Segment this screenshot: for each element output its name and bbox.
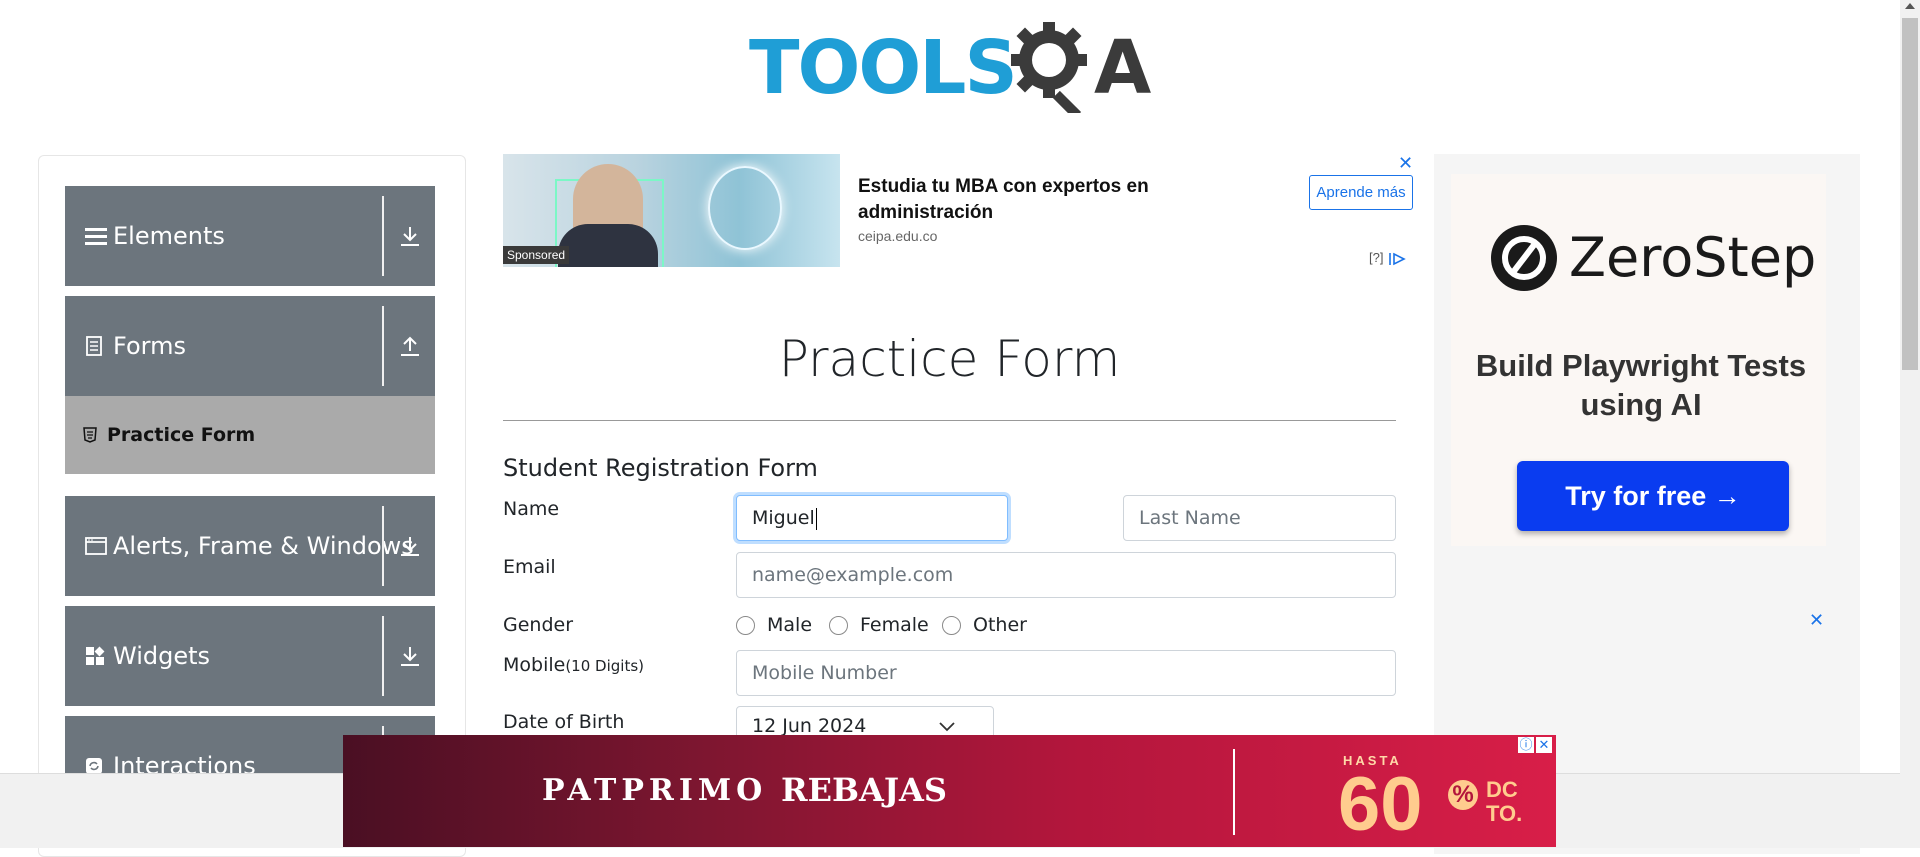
divider [382,616,384,696]
ad-suffix: DC TO. [1486,777,1523,826]
download-icon[interactable] [385,606,435,706]
download-icon[interactable] [385,186,435,286]
mobile-label: Mobile(10 Digits) [503,654,644,676]
chevron-down-icon [939,722,955,732]
logo-text-tools: TOOLS [749,25,1018,111]
lightbulb-icon [708,166,782,250]
sidebar-group-widgets[interactable]: Widgets [65,606,435,706]
toolsqa-logo[interactable]: TOOLS A [749,18,1159,113]
gender-radio-other[interactable]: Other [942,614,1027,636]
radio-circle[interactable] [942,615,961,635]
widgets-icon [85,606,105,706]
ad-domain[interactable]: ceipa.edu.co [858,228,937,244]
ad-tagline: Build Playwright Tests using AI [1475,348,1807,422]
logo-text-a: A [1094,25,1152,111]
html5-icon [83,396,97,474]
adchoices-icon[interactable]: ⓘ [1518,737,1534,753]
try-for-free-button[interactable]: Try for free → [1517,461,1789,531]
upload-icon[interactable] [385,296,435,396]
ad-headline[interactable]: Estudia tu MBA con expertos en administr… [858,174,1208,226]
sponsored-label: Sponsored [503,246,570,264]
sidebar-group-forms[interactable]: Forms [65,296,435,396]
divider [382,306,384,386]
scrollbar-thumb[interactable] [1902,18,1918,370]
mobile-input[interactable]: Mobile Number [736,650,1396,696]
divider [1233,749,1235,835]
ad-brand: ZeroStep [1569,226,1817,289]
sidebar-item-practice-form[interactable]: Practice Form [65,396,435,474]
sidebar-item-label: Practice Form [107,424,256,446]
gender-label: Gender [503,614,574,636]
ad-brand-rebajas: REBAJAS [781,771,947,809]
ad-percent: % [1448,780,1478,810]
close-icon[interactable]: ✕ [1398,154,1413,172]
sidebar-group-label: Alerts, Frame & Windows [113,532,414,560]
radio-label: Other [973,614,1027,636]
close-icon[interactable]: ✕ [1809,610,1824,631]
radio-circle[interactable] [829,615,848,635]
zerostep-logo-icon [1491,225,1557,291]
divider [503,420,1396,421]
divider [382,506,384,586]
ad-discount: 60 [1338,762,1423,847]
ad-cta-button[interactable]: Aprende más [1309,175,1413,210]
scroll-up-arrow-icon[interactable] [1905,3,1915,9]
radio-label: Male [767,614,813,636]
email-input[interactable]: name@example.com [736,552,1396,598]
dob-label: Date of Birth [503,711,625,733]
radio-circle[interactable] [736,615,755,635]
patprimo-banner-ad[interactable]: PATPRIMO REBAJAS HASTA 60 % DC TO. ⓘ ✕ [343,735,1556,847]
dob-value: 12 Jun 2024 [752,715,867,737]
sidebar-group-label: Forms [113,332,186,360]
ad-info-label: [?] [1369,250,1384,265]
menu-icon [85,186,107,286]
name-label: Name [503,498,560,520]
download-icon[interactable] [385,496,435,596]
ad-info[interactable]: [?] [1369,250,1407,266]
close-icon[interactable]: ✕ [1536,737,1552,753]
ad-card[interactable]: ZeroStep Build Playwright Tests using AI… [1451,174,1826,546]
mobile-label-text: Mobile [503,654,566,676]
ad-image-suit [558,224,658,267]
gender-radio-male[interactable]: Male [736,614,812,636]
radio-label: Female [860,614,929,636]
sidebar-group-label: Elements [113,222,225,250]
window-icon [85,496,107,596]
sponsored-ad[interactable]: Sponsored Estudia tu MBA con expertos en… [503,154,1415,270]
divider [382,196,384,276]
sidebar-group-elements[interactable]: Elements [65,186,435,286]
last-name-input[interactable]: Last Name [1123,495,1396,541]
gender-radio-female[interactable]: Female [829,614,929,636]
ad-brand-patprimo: PATPRIMO [542,773,768,808]
mobile-hint: (10 Digits) [565,657,644,675]
first-name-input[interactable]: Miguel [736,495,1008,541]
ad-controls[interactable]: ⓘ ✕ [1518,737,1552,753]
email-label: Email [503,556,556,578]
sidebar-group-label: Widgets [113,642,211,670]
document-icon [85,296,103,396]
sidebar-group-alerts-frame-windows[interactable]: Alerts, Frame & Windows [65,496,435,596]
page-title: Practice Form [778,330,1121,388]
text-caret [815,507,817,530]
first-name-value: Miguel [752,507,815,529]
form-title: Student Registration Form [503,454,818,482]
adchoices-icon [1389,252,1406,265]
